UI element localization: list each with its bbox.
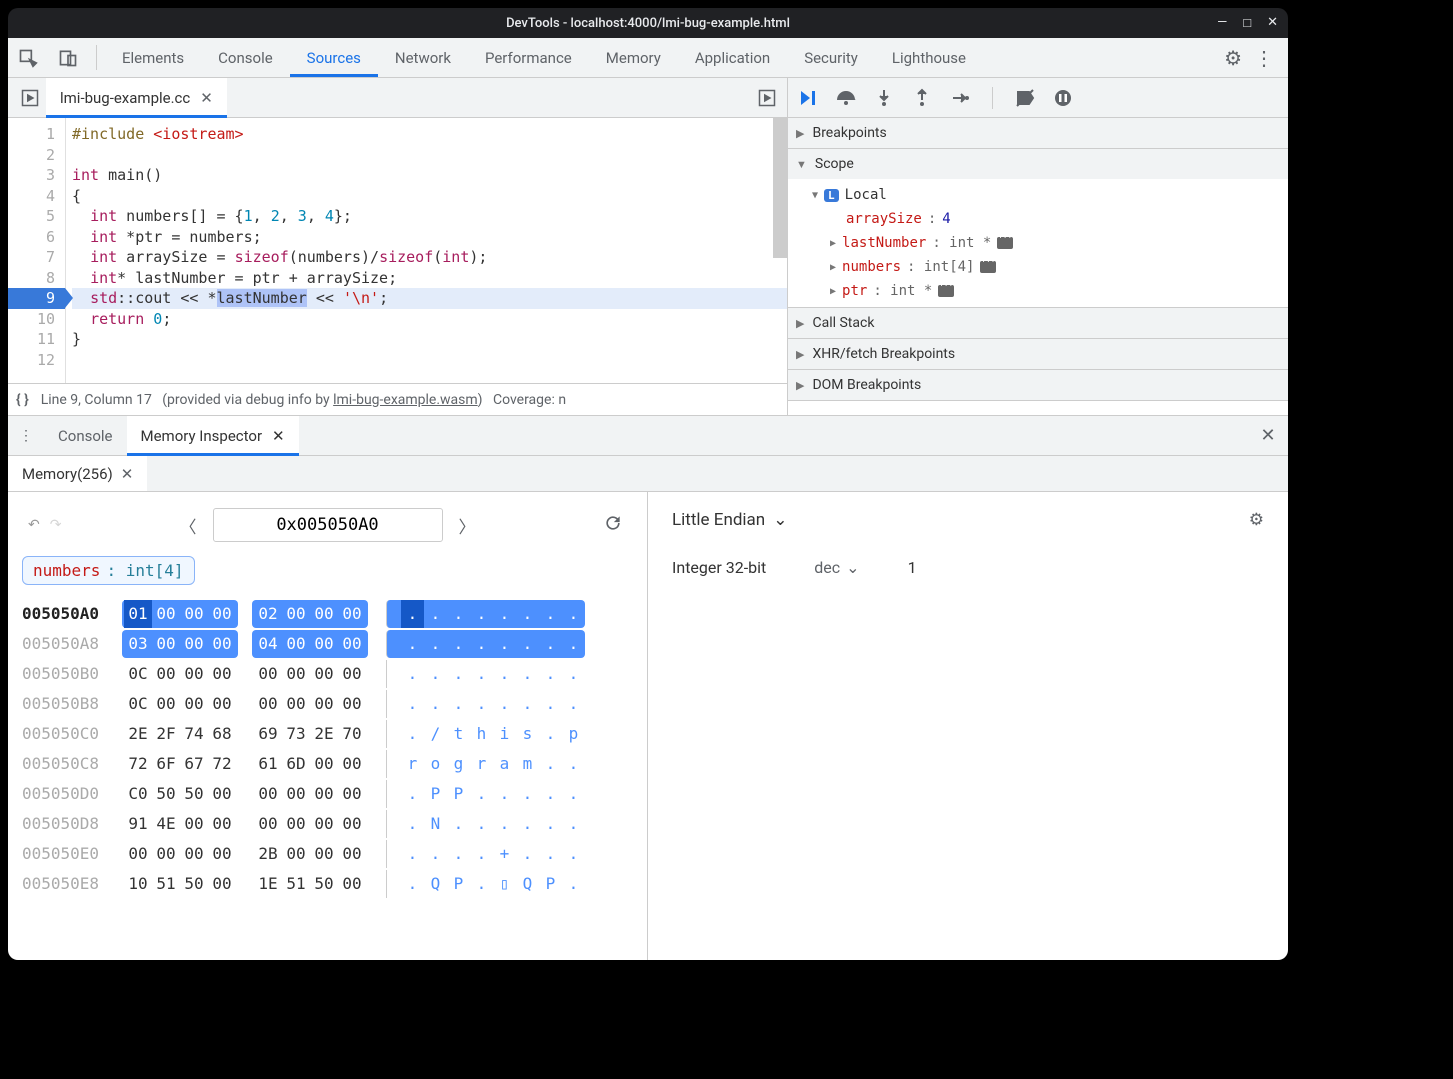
scrollbar-thumb[interactable] (773, 118, 787, 258)
expand-icon: ▼ (796, 158, 807, 171)
devtools-tab-application[interactable]: Application (678, 38, 787, 77)
window-title: DevTools - localhost:4000/lmi-bug-exampl… (506, 16, 790, 31)
devtools-tab-security[interactable]: Security (787, 38, 875, 77)
source-file-name: lmi-bug-example.cc (60, 89, 190, 107)
memory-buffer-tab[interactable]: Memory(256) ✕ (8, 456, 147, 491)
devtools-tab-performance[interactable]: Performance (468, 38, 589, 77)
reveal-in-memory-icon[interactable] (997, 237, 1013, 249)
window-maximize-icon[interactable]: □ (1243, 15, 1251, 31)
debugger-toolbar (788, 78, 1288, 118)
settings-icon[interactable]: ⚙ (1224, 46, 1242, 70)
debugger-toggle-icon[interactable] (747, 78, 787, 117)
hex-row[interactable]: 005050B00C00000000000000........ (22, 659, 633, 689)
collapse-icon: ▶ (796, 127, 804, 140)
close-tab-icon[interactable]: ✕ (200, 89, 213, 107)
editor-status-bar: { } Line 9, Column 17 (provided via debu… (8, 383, 787, 415)
hex-row[interactable]: 005050D8914E000000000000.N...... (22, 809, 633, 839)
devtools-tab-elements[interactable]: Elements (105, 38, 201, 77)
devtools-tab-memory[interactable]: Memory (589, 38, 678, 77)
scope-var-lastNumber[interactable]: ▶lastNumber: int * (804, 231, 1288, 255)
resume-icon[interactable] (798, 88, 818, 108)
refresh-icon[interactable] (603, 513, 623, 537)
undo-icon[interactable]: ↶ (28, 517, 40, 533)
callstack-section-header[interactable]: ▶Call Stack (788, 308, 1288, 338)
coverage-status: Coverage: n (493, 392, 566, 408)
value-type-label: Integer 32-bit (672, 558, 766, 577)
drawer-tab-memory-inspector[interactable]: Memory Inspector ✕ (127, 416, 299, 455)
source-file-tab[interactable]: lmi-bug-example.cc ✕ (46, 78, 227, 117)
step-over-icon[interactable] (836, 88, 856, 108)
device-toolbar-icon[interactable] (48, 38, 88, 77)
window-titlebar: DevTools - localhost:4000/lmi-bug-exampl… (8, 8, 1288, 38)
scope-var-ptr[interactable]: ▶ptr: int * (804, 279, 1288, 303)
pause-exceptions-icon[interactable] (1053, 88, 1073, 108)
hex-row[interactable]: 005050A80300000004000000........ (22, 629, 633, 659)
local-badge-icon: L (824, 189, 839, 202)
page-forward-icon[interactable]: 〉 (459, 513, 476, 538)
devtools-tab-console[interactable]: Console (201, 38, 290, 77)
dom-breakpoints-section-header[interactable]: ▶DOM Breakpoints (788, 370, 1288, 400)
devtools-tabbar: ElementsConsoleSourcesNetworkPerformance… (8, 38, 1288, 78)
hex-row[interactable]: 005050E8105150001E515000.QP.▯QP. (22, 869, 633, 899)
devtools-tab-sources[interactable]: Sources (290, 38, 378, 77)
pretty-print-icon[interactable]: { } (16, 392, 29, 408)
close-tab-icon[interactable]: ✕ (121, 465, 134, 483)
close-drawer-icon[interactable]: ✕ (1248, 416, 1288, 455)
more-menu-icon[interactable]: ⋮ (1254, 46, 1274, 70)
hex-row[interactable]: 005050E0000000002B000000....+... (22, 839, 633, 869)
xhr-breakpoints-section-header[interactable]: ▶XHR/fetch Breakpoints (788, 339, 1288, 369)
navigator-toggle-icon[interactable] (14, 78, 46, 117)
step-icon[interactable] (950, 88, 970, 108)
devtools-tab-network[interactable]: Network (378, 38, 468, 77)
deactivate-breakpoints-icon[interactable] (1015, 88, 1035, 108)
address-input[interactable] (213, 508, 443, 542)
highlighted-object-chip[interactable]: numbers : int[4] (22, 556, 195, 585)
page-back-icon[interactable]: 〈 (180, 513, 197, 538)
line-number-gutter[interactable]: 123456789101112 (8, 118, 66, 383)
scope-section-header[interactable]: ▼ Scope (788, 149, 1288, 179)
reveal-in-memory-icon[interactable] (980, 261, 996, 273)
breakpoints-section-header[interactable]: ▶ Breakpoints (788, 118, 1288, 148)
window-minimize-icon[interactable]: — (1217, 15, 1227, 31)
drawer-tabbar: ⋮ Console Memory Inspector ✕ ✕ (8, 416, 1288, 456)
source-code-editor[interactable]: #include <iostream> int main(){ int numb… (66, 118, 787, 383)
radix-select[interactable]: dec ⌄ (814, 558, 859, 577)
hex-row[interactable]: 005050C8726F6772616D0000rogram.. (22, 749, 633, 779)
chevron-down-icon: ⌄ (773, 510, 787, 530)
scope-var-numbers[interactable]: ▶numbers: int[4] (804, 255, 1288, 279)
redo-icon[interactable]: ↷ (50, 517, 62, 533)
hex-row[interactable]: 005050A00100000002000000........ (22, 599, 633, 629)
window-close-icon[interactable]: ✕ (1267, 15, 1278, 31)
step-into-icon[interactable] (874, 88, 894, 108)
endianness-select[interactable]: Little Endian ⌄ (672, 510, 787, 530)
hex-viewer[interactable]: 005050A00100000002000000........005050A8… (22, 599, 633, 899)
chevron-down-icon: ⌄ (846, 558, 859, 577)
hex-row[interactable]: 005050B80C00000000000000........ (22, 689, 633, 719)
hex-row[interactable]: 005050D0C050500000000000.PP..... (22, 779, 633, 809)
scope-var-arraySize[interactable]: arraySize: 4 (804, 207, 1288, 231)
inspect-element-icon[interactable] (8, 38, 48, 77)
close-tab-icon[interactable]: ✕ (272, 427, 285, 445)
drawer-tab-console[interactable]: Console (44, 416, 127, 455)
reveal-in-memory-icon[interactable] (938, 285, 954, 297)
value-settings-icon[interactable]: ⚙ (1249, 510, 1264, 530)
step-out-icon[interactable] (912, 88, 932, 108)
scope-local-row[interactable]: ▼ L Local (804, 183, 1288, 207)
devtools-tab-lighthouse[interactable]: Lighthouse (875, 38, 983, 77)
hex-row[interactable]: 005050C02E2F746869732E70./this.p (22, 719, 633, 749)
wasm-link[interactable]: lmi-bug-example.wasm (333, 392, 478, 408)
integer-value: 1 (908, 558, 917, 577)
cursor-position: Line 9, Column 17 (41, 392, 152, 408)
drawer-more-icon[interactable]: ⋮ (8, 416, 44, 455)
